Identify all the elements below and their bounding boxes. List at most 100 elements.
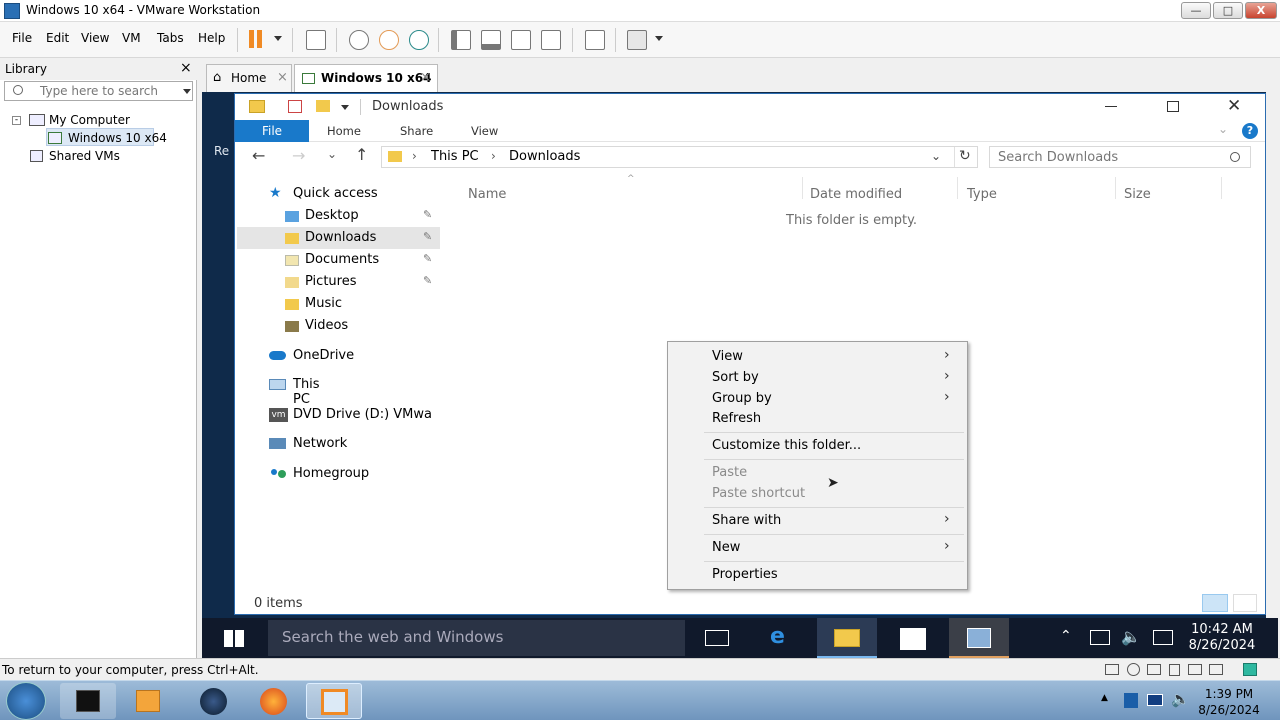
menu-view[interactable]: View: [81, 31, 109, 45]
ctx-group-by[interactable]: Group by: [712, 391, 772, 406]
nav-dvd-drive[interactable]: vm DVD Drive (D:) VMwa: [269, 404, 441, 426]
menu-file[interactable]: File: [12, 31, 32, 45]
menu-help[interactable]: Help: [198, 31, 225, 45]
minimize-icon[interactable]: [1105, 106, 1117, 107]
recent-locations-icon[interactable]: ⌄: [327, 147, 337, 161]
cd-dvd-icon[interactable]: [1127, 663, 1140, 676]
column-separator[interactable]: [1221, 177, 1222, 199]
send-keys-icon[interactable]: [306, 30, 326, 50]
thumbnail-view-icon[interactable]: [481, 30, 501, 50]
windows-orb-icon[interactable]: [6, 682, 46, 720]
collapse-icon[interactable]: -: [12, 116, 21, 125]
ctx-paste[interactable]: Paste: [712, 465, 747, 480]
console-icon[interactable]: [585, 30, 605, 50]
close-button[interactable]: X: [1245, 2, 1277, 19]
details-view-icon[interactable]: [1202, 594, 1228, 612]
stretch-guest-icon[interactable]: [627, 30, 647, 50]
pin-icon[interactable]: ✎: [423, 274, 432, 287]
ctx-customize-folder[interactable]: Customize this folder...: [712, 438, 861, 453]
up-icon[interactable]: ↑: [355, 145, 368, 164]
unity-icon[interactable]: [541, 30, 561, 50]
column-separator[interactable]: [957, 177, 958, 199]
tab-home[interactable]: ⌂ Home ×: [206, 64, 292, 92]
revert-snapshot-icon[interactable]: [379, 30, 399, 50]
minimize-button[interactable]: —: [1181, 2, 1211, 19]
chevron-down-icon[interactable]: [183, 89, 191, 94]
library-view-icon[interactable]: [451, 30, 471, 50]
nav-pictures[interactable]: Pictures ✎: [285, 271, 440, 293]
breadcrumb-downloads[interactable]: Downloads: [509, 149, 580, 164]
menu-tabs[interactable]: Tabs: [157, 31, 184, 45]
column-name[interactable]: Name: [468, 187, 506, 202]
properties-icon[interactable]: [288, 100, 302, 113]
address-bar[interactable]: › This PC › Downloads ⌄ ↻: [381, 146, 978, 168]
maximize-icon[interactable]: [1167, 101, 1179, 112]
messages-icon[interactable]: [1243, 663, 1257, 676]
taskbar-file-explorer[interactable]: [817, 618, 877, 658]
column-date-modified[interactable]: Date modified: [810, 187, 902, 202]
network-status-icon[interactable]: [1090, 630, 1110, 645]
cortana-search-input[interactable]: Search the web and Windows: [268, 620, 685, 656]
ctx-properties[interactable]: Properties: [712, 567, 778, 582]
expand-ribbon-icon[interactable]: ⌄: [1218, 122, 1228, 136]
taskbar-vmware[interactable]: [306, 683, 362, 719]
ctx-paste-shortcut[interactable]: Paste shortcut: [712, 486, 805, 501]
pin-icon[interactable]: ✎: [423, 252, 432, 265]
taskbar-firefox[interactable]: [246, 683, 302, 719]
help-icon[interactable]: ?: [1242, 123, 1258, 139]
forward-icon[interactable]: →: [292, 146, 305, 165]
refresh-icon[interactable]: ↻: [959, 148, 971, 164]
chevron-down-icon[interactable]: [655, 36, 663, 41]
snapshot-manager-icon[interactable]: [409, 30, 429, 50]
library-search-input[interactable]: Type here to search: [4, 81, 193, 101]
column-size[interactable]: Size: [1124, 187, 1151, 202]
pause-icon[interactable]: [249, 30, 263, 50]
show-hidden-icons-icon[interactable]: ⌃: [1060, 628, 1072, 644]
breadcrumb-this-pc[interactable]: This PC: [431, 149, 479, 164]
task-view-icon[interactable]: [705, 630, 729, 646]
large-icons-view-icon[interactable]: [1233, 594, 1257, 612]
taskbar-terminal[interactable]: [60, 683, 116, 719]
printer-icon[interactable]: [1209, 664, 1223, 675]
usb-icon[interactable]: [1169, 664, 1180, 676]
ribbon-file-tab[interactable]: File: [235, 120, 309, 142]
action-center-icon[interactable]: [1153, 630, 1173, 645]
snapshot-icon[interactable]: [349, 30, 369, 50]
library-close-icon[interactable]: ×: [180, 60, 192, 76]
store-icon[interactable]: [900, 628, 926, 650]
host-clock[interactable]: 1:39 PM 8/26/2024: [1176, 686, 1280, 718]
show-hidden-icons-icon[interactable]: ▲: [1101, 693, 1108, 703]
full-screen-icon[interactable]: [511, 30, 531, 50]
tray-app-icon[interactable]: [1124, 693, 1138, 708]
nav-documents[interactable]: Documents ✎: [285, 249, 440, 271]
column-type[interactable]: Type: [967, 187, 997, 202]
network-adapter-icon[interactable]: [1147, 664, 1161, 675]
ctx-refresh[interactable]: Refresh: [712, 411, 761, 426]
close-icon[interactable]: ✕: [1227, 96, 1241, 116]
pin-icon[interactable]: ✎: [423, 208, 432, 221]
ctx-sort-by[interactable]: Sort by: [712, 370, 759, 385]
address-dropdown-icon[interactable]: ⌄: [931, 149, 941, 163]
chevron-down-icon[interactable]: [274, 36, 282, 41]
tab-close-icon[interactable]: ×: [277, 70, 288, 85]
pin-icon[interactable]: ✎: [423, 230, 432, 243]
ctx-view[interactable]: View: [712, 349, 743, 364]
tab-close-icon[interactable]: ×: [420, 70, 431, 85]
tray-network-icon[interactable]: [1147, 694, 1163, 706]
maximize-button[interactable]: □: [1213, 2, 1243, 19]
win10-clock[interactable]: 10:42 AM 8/26/2024: [1172, 622, 1272, 654]
menu-vm[interactable]: VM: [122, 31, 141, 45]
search-icon[interactable]: [1230, 152, 1240, 162]
taskbar-globe[interactable]: [186, 683, 242, 719]
edge-browser-icon[interactable]: e: [770, 624, 785, 649]
menu-edit[interactable]: Edit: [46, 31, 69, 45]
nav-downloads[interactable]: Downloads ✎: [285, 227, 440, 249]
nav-desktop[interactable]: Desktop ✎: [285, 205, 440, 227]
ctx-share-with[interactable]: Share with: [712, 513, 781, 528]
tab-windows-10-x64[interactable]: Windows 10 x64 ×: [294, 64, 438, 92]
back-icon[interactable]: ←: [252, 146, 265, 165]
hard-disk-icon[interactable]: [1105, 664, 1119, 675]
ctx-new[interactable]: New: [712, 540, 740, 555]
sound-card-icon[interactable]: [1188, 664, 1202, 675]
taskbar-app-active[interactable]: [949, 618, 1009, 658]
